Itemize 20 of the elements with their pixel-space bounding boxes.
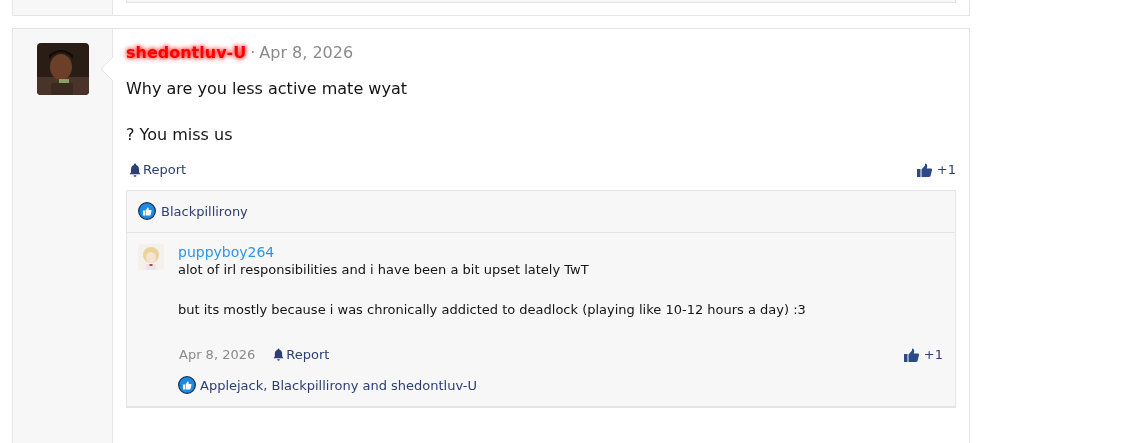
- thumbs-up-icon: [916, 162, 932, 177]
- like-badge-icon: [138, 202, 156, 220]
- post-date: Apr 8, 2026: [259, 43, 354, 62]
- reaction-count: +1: [936, 162, 956, 177]
- post-text: Why are you less active mate wyat: [126, 78, 408, 100]
- reply-date: Apr 8, 2026: [179, 347, 256, 362]
- report-link[interactable]: Report: [129, 162, 187, 177]
- author-name[interactable]: shedontluv-U: [126, 43, 247, 62]
- reply-text: but its mostly because i was chronically addicted to deadlock (playing like 10-12 hours a day) :3: [178, 301, 807, 319]
- like-badge-icon: [178, 376, 196, 394]
- bell-icon: [273, 348, 285, 361]
- bell-icon: [129, 162, 141, 177]
- report-link[interactable]: Report: [273, 347, 330, 362]
- reaction-list[interactable]: Applejack, Blackpillirony and shedontluv-U: [200, 377, 478, 393]
- reaction-count: +1: [923, 347, 943, 362]
- post-text: ? You miss us: [126, 124, 234, 146]
- reply-text: alot of irl responsibilities and i have been a bit upset lately TwT: [178, 261, 590, 279]
- separator-dot: ·: [250, 43, 256, 62]
- reaction-list[interactable]: Blackpillirony: [161, 203, 248, 219]
- thumbs-up-icon: [903, 347, 919, 362]
